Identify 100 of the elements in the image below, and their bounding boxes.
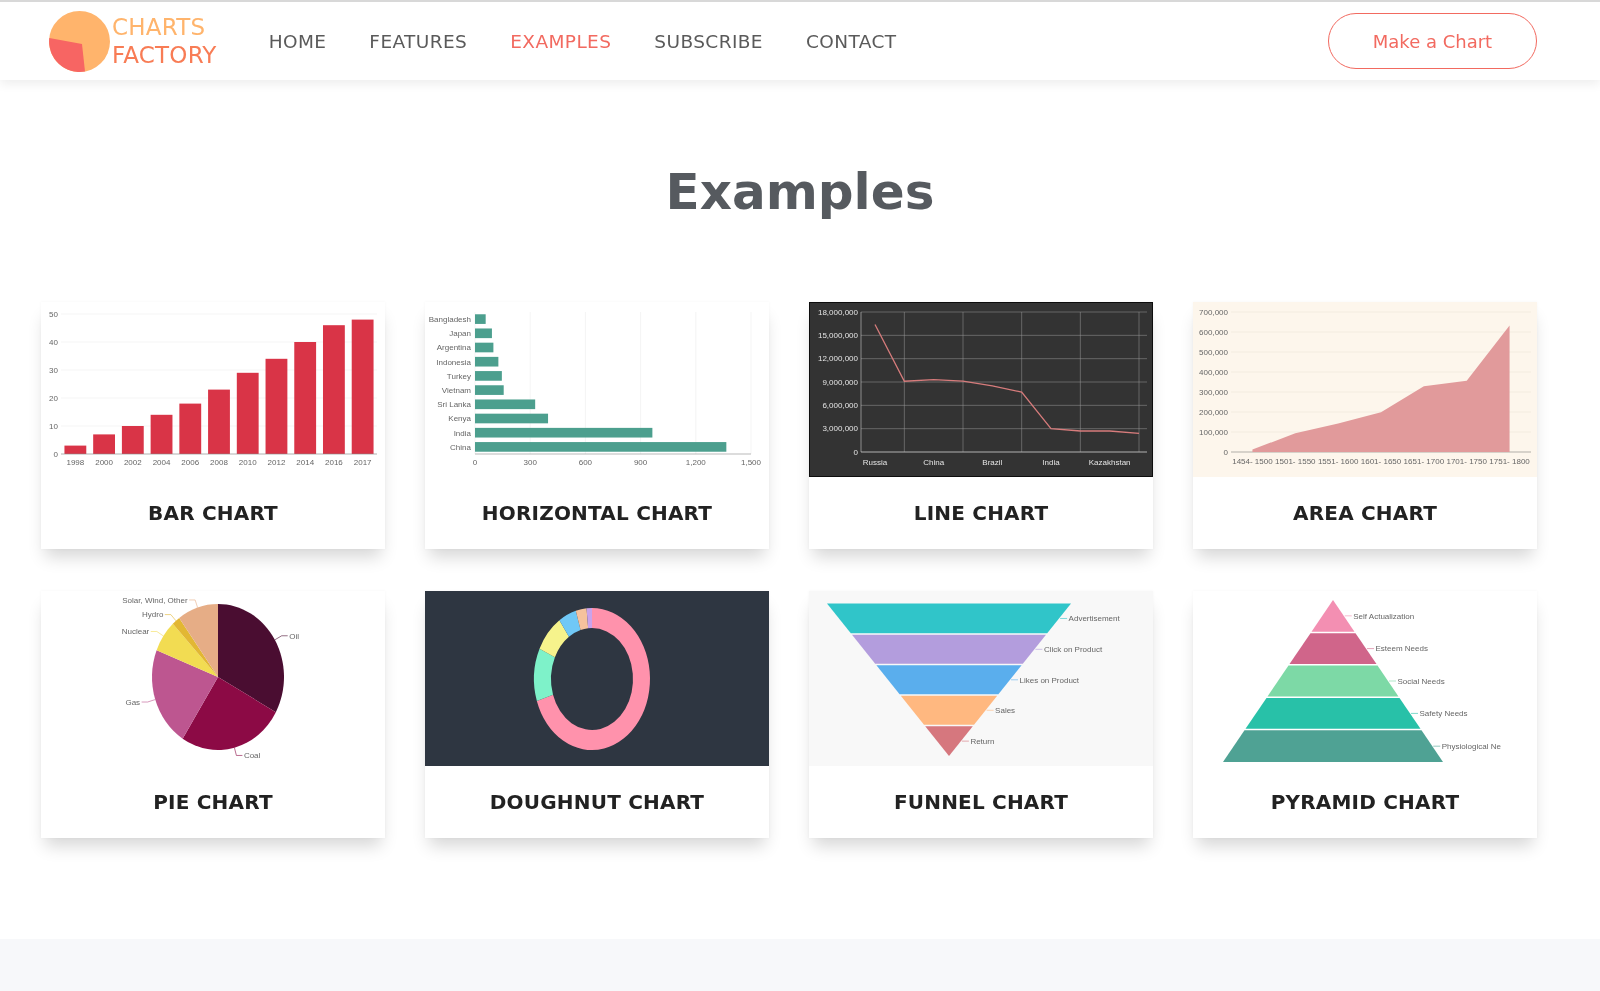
axis-label: 9,000,000: [822, 377, 858, 387]
card-title: LINE CHART: [912, 500, 1050, 527]
axis-label: 500,000: [1199, 347, 1228, 357]
axis-label: 1651- 1700: [1403, 457, 1445, 466]
leader-line: [150, 631, 164, 637]
bar: [475, 342, 494, 353]
axis-label: 2014: [296, 458, 315, 467]
leader-line: [1035, 649, 1043, 650]
leader-line: [274, 635, 288, 641]
card-title: AREA CHART: [1292, 500, 1438, 527]
axis-label: Kenya: [448, 414, 471, 424]
axis-label: 12,000,000: [817, 354, 858, 364]
slice-label: Oil: [289, 631, 299, 641]
example-card[interactable]: Self Actualization Esteem Needs Social Needs Safety Needs Physiological Ne PYRAMID CHART: [1193, 591, 1537, 838]
leader-line: [188, 599, 198, 608]
bar: [64, 445, 87, 454]
bar: [475, 356, 499, 367]
leader-line: [141, 699, 156, 703]
example-card[interactable]: DOUGHNUT CHART: [425, 591, 769, 838]
example-card[interactable]: Advertisement Click on Product Likes on Product Sales Return FUNNEL CHART: [809, 591, 1153, 838]
axis-label: 2010: [238, 458, 257, 467]
axis-label: 18,000,000: [817, 307, 858, 317]
leader-line: [1010, 679, 1019, 681]
axis-label: 3,000,000: [822, 424, 858, 434]
leader-line: [1388, 680, 1397, 682]
axis-label: 2008: [210, 458, 228, 467]
bar: [179, 403, 202, 454]
axis-label: 300,000: [1199, 387, 1228, 397]
axis-label: 1,500: [741, 458, 761, 467]
slice-label: Coal: [243, 751, 261, 761]
card-title: PYRAMID CHART: [1269, 789, 1461, 816]
axis-label: 2016: [325, 458, 343, 467]
axis-label: Indonesia: [436, 357, 471, 367]
stage-label: Likes on Product: [1019, 675, 1080, 685]
axis-label: Sri Lanka: [437, 400, 471, 410]
axis-label: 1751- 1800: [1489, 457, 1530, 466]
axis-label: 400,000: [1199, 367, 1228, 377]
axis-label: 1701- 1750: [1446, 457, 1487, 466]
nav-link[interactable]: HOME: [268, 30, 327, 52]
axis-label: 600: [578, 458, 593, 467]
section-title: Examples: [664, 162, 936, 223]
axis-label: 0: [472, 458, 478, 467]
logo-icon[interactable]: [49, 10, 110, 72]
leader-line: [1432, 745, 1441, 747]
axis-label: 2004: [152, 458, 171, 467]
example-card[interactable]: 0 100,000 200,000 300,000 400,000 500,000 600,000 700,000 1454- 1500 1501- 1550 1551- 1600 1601- 1650 1651- 1700 1701- 1750 1751- 1800 AREA CHART: [1193, 302, 1537, 549]
bar: [475, 314, 486, 324]
axis-label: Russia: [862, 458, 888, 467]
axis-label: 1601- 1650: [1360, 457, 1402, 466]
axis-label: 1501- 1550: [1275, 457, 1316, 466]
leader-line: [234, 747, 243, 756]
axis-label: 0: [853, 447, 858, 457]
axis-label: Vietnam: [441, 385, 471, 395]
axis-label: 1551- 1600: [1317, 457, 1359, 466]
axis-label: 2002: [123, 458, 142, 467]
stage-label: Click on Product: [1043, 645, 1103, 655]
axis-label: 2012: [267, 458, 286, 467]
example-card[interactable]: Bangladesh Japan Argentina Indonesia Turkey Vietnam Sri Lanka Kenya India China 0 300 600 900 1,200 1,500 HORIZONTAL CHART: [425, 302, 769, 549]
example-card[interactable]: 0 3,000,000 6,000,000 9,000,000 12,000,000 15,000,000 18,000,000 Russia China Brazil India Kazakhstan LINE CHART: [809, 302, 1153, 549]
axis-label: Brazil: [982, 458, 1003, 467]
nav-link[interactable]: SUBSCRIBE: [654, 30, 763, 52]
stage-label: Return: [970, 736, 995, 746]
axis-label: 1454- 1500: [1232, 457, 1273, 466]
axis-label: 300: [523, 458, 537, 467]
axis-label: India: [453, 428, 471, 438]
leader-line: [1366, 648, 1375, 649]
axis-label: Kazakhstan: [1088, 458, 1131, 467]
axis-label: Bangladesh: [428, 314, 471, 324]
axis-label: India: [1042, 458, 1060, 467]
axis-label: 2000: [95, 458, 113, 467]
card-title: HORIZONTAL CHART: [480, 500, 714, 527]
axis-label: China: [450, 442, 471, 452]
axis-label: 50: [49, 309, 58, 319]
stage-label: Sales: [995, 706, 1016, 716]
axis-label: 600,000: [1199, 327, 1228, 337]
stage-label: Social Needs: [1397, 676, 1445, 686]
axis-label: 15,000,000: [817, 331, 858, 341]
bar: [208, 389, 230, 454]
example-card[interactable]: 0 10 20 30 40 50 1998 2000 2002 2004 2006 2008 2010 2012 2014 2016 2017 BAR CHART: [41, 302, 385, 549]
nav-link[interactable]: FEATURES: [369, 30, 468, 52]
axis-label: Japan: [449, 329, 471, 339]
axis-label: 0: [1223, 447, 1228, 457]
leader-line: [164, 614, 177, 622]
bar: [475, 328, 492, 339]
bar: [150, 414, 173, 454]
bar: [475, 399, 536, 410]
axis-label: 900: [633, 458, 648, 467]
axis-label: 20: [49, 393, 58, 403]
axis-label: 0: [53, 449, 58, 459]
bar: [121, 426, 144, 454]
leader-line: [1344, 615, 1353, 617]
axis-label: 10: [49, 421, 58, 431]
stage-label: Physiological Ne: [1441, 742, 1501, 751]
bar: [93, 434, 115, 454]
stage-label: Safety Needs: [1419, 709, 1468, 719]
axis-label: 700,000: [1199, 307, 1228, 317]
axis-label: 6,000,000: [822, 401, 858, 411]
nav-link[interactable]: CONTACT: [805, 30, 897, 52]
axis-label: 100,000: [1199, 427, 1228, 437]
card-title: BAR CHART: [147, 500, 279, 527]
